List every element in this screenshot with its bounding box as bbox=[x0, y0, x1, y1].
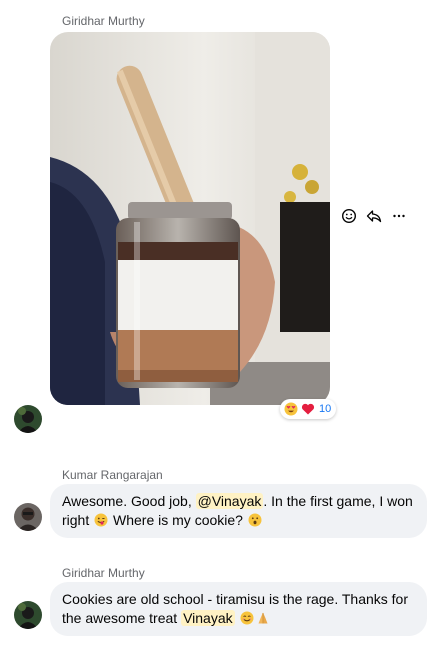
folded-hands-icon bbox=[258, 612, 268, 624]
message-text: the awesome treat bbox=[62, 610, 182, 626]
winking-tongue-icon bbox=[94, 513, 108, 527]
more-icon[interactable] bbox=[391, 208, 407, 224]
message-text: Awesome. Good job, bbox=[62, 493, 196, 509]
mention[interactable]: @Vinayak bbox=[195, 493, 264, 509]
sender-name: Giridhar Murthy bbox=[62, 14, 145, 28]
avatar[interactable] bbox=[14, 503, 42, 531]
reply-icon[interactable] bbox=[366, 208, 382, 224]
message-bubble[interactable]: Cookies are old school - tiramisu is the… bbox=[50, 582, 427, 636]
sender-name: Giridhar Murthy bbox=[62, 566, 145, 580]
sender-name: Kumar Rangarajan bbox=[62, 468, 163, 482]
astonished-face-icon bbox=[248, 513, 262, 527]
smiling-face-icon bbox=[240, 611, 254, 625]
message-text: Where is my cookie? bbox=[109, 512, 247, 528]
reactions-badge[interactable]: 10 bbox=[280, 399, 337, 419]
red-heart-icon bbox=[301, 403, 315, 415]
message-text: Cookies are old school - tiramisu is the… bbox=[62, 591, 409, 607]
message-text: right bbox=[62, 512, 94, 528]
dessert-photo[interactable] bbox=[50, 32, 330, 405]
message-bubble[interactable]: Awesome. Good job, @Vinayak. In the firs… bbox=[50, 484, 427, 538]
heart-eyes-icon bbox=[284, 402, 298, 416]
message-actions bbox=[341, 208, 407, 224]
message-text: . In the first game, I won bbox=[263, 493, 413, 509]
avatar[interactable] bbox=[14, 405, 42, 433]
reaction-count: 10 bbox=[319, 403, 332, 415]
mention[interactable]: Vinayak bbox=[181, 610, 235, 626]
react-icon[interactable] bbox=[341, 208, 357, 224]
avatar[interactable] bbox=[14, 601, 42, 629]
